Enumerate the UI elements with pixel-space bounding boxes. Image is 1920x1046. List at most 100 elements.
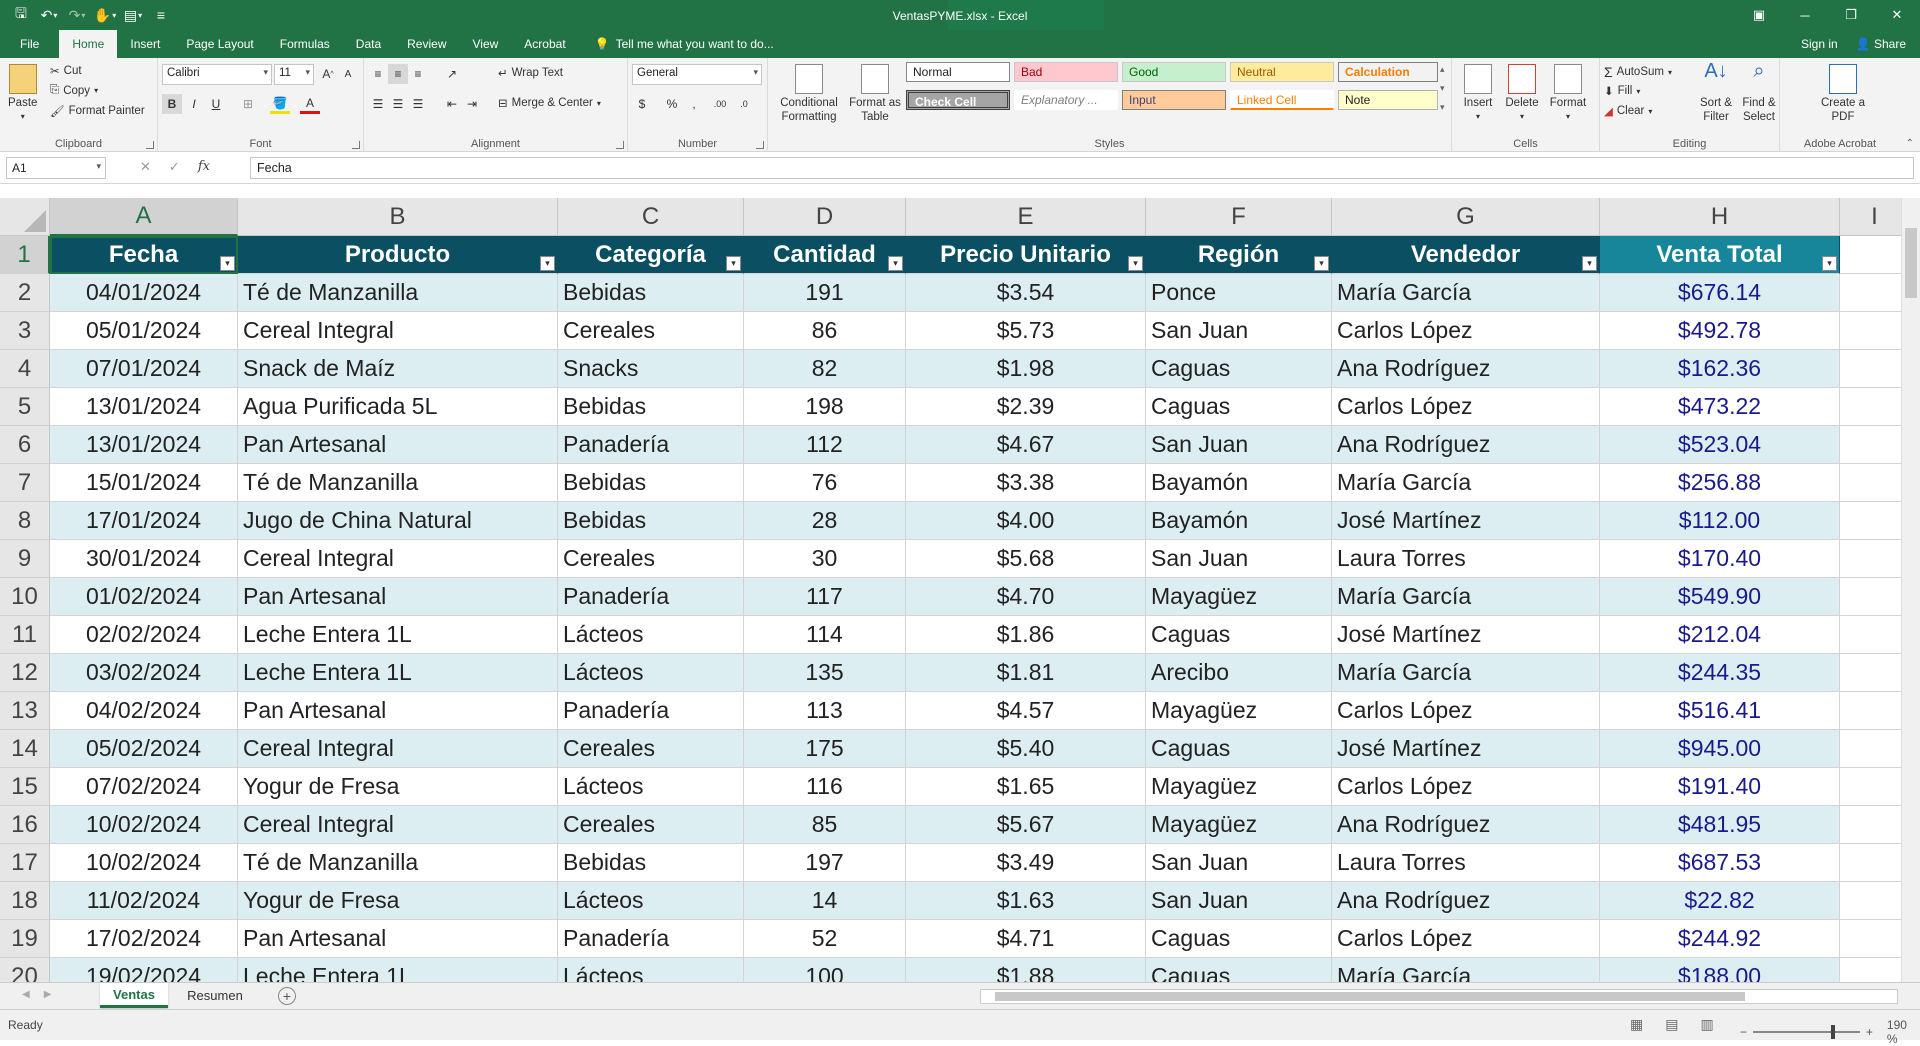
empty-cell[interactable] <box>1840 350 1910 388</box>
style-note[interactable]: Note <box>1338 90 1438 110</box>
data-cell[interactable]: Cereales <box>558 730 744 768</box>
data-cell[interactable]: Pan Artesanal <box>238 692 558 730</box>
data-cell[interactable]: Caguas <box>1146 616 1332 654</box>
data-cell[interactable]: Arecibo <box>1146 654 1332 692</box>
orientation-icon[interactable]: ↗ <box>442 64 462 84</box>
data-cell[interactable]: Bebidas <box>558 274 744 312</box>
decrease-decimal-icon[interactable]: .0 <box>734 94 754 114</box>
data-cell[interactable]: Bayamón <box>1146 502 1332 540</box>
tab-acrobat[interactable]: Acrobat <box>511 30 578 58</box>
font-size-select[interactable]: 11 <box>274 64 314 85</box>
data-cell[interactable]: Ana Rodríguez <box>1332 426 1600 464</box>
tab-review[interactable]: Review <box>394 30 459 58</box>
zoom-out-icon[interactable]: − <box>1740 1025 1747 1039</box>
name-box[interactable]: A1 <box>6 157 106 179</box>
tab-page-layout[interactable]: Page Layout <box>173 30 266 58</box>
select-all-corner[interactable] <box>0 198 50 236</box>
data-cell[interactable]: 13/01/2024 <box>50 426 238 464</box>
cut-button[interactable]: ✂ Cut <box>50 64 82 78</box>
data-cell[interactable]: Laura Torres <box>1332 844 1600 882</box>
empty-cell[interactable] <box>1840 502 1910 540</box>
data-cell[interactable]: Lácteos <box>558 616 744 654</box>
data-cell[interactable]: Cereal Integral <box>238 540 558 578</box>
empty-cell[interactable] <box>1840 616 1910 654</box>
tab-file[interactable]: File <box>0 30 59 58</box>
restore-icon[interactable]: ❐ <box>1828 0 1874 30</box>
row-header[interactable]: 6 <box>0 426 50 464</box>
filter-dropdown-icon[interactable]: ▾ <box>1822 256 1837 271</box>
data-cell[interactable]: 13/01/2024 <box>50 388 238 426</box>
data-cell[interactable]: Bebidas <box>558 502 744 540</box>
data-cell[interactable]: $676.14 <box>1600 274 1840 312</box>
data-cell[interactable]: 191 <box>744 274 906 312</box>
data-cell[interactable]: $256.88 <box>1600 464 1840 502</box>
form-icon[interactable]: ▤ ▾ <box>122 4 144 26</box>
data-cell[interactable]: 05/01/2024 <box>50 312 238 350</box>
data-cell[interactable]: Pan Artesanal <box>238 920 558 958</box>
data-cell[interactable]: Panadería <box>558 692 744 730</box>
row-header[interactable]: 19 <box>0 920 50 958</box>
paste-button[interactable]: Paste ▾ <box>8 64 37 124</box>
data-cell[interactable]: 112 <box>744 426 906 464</box>
data-cell[interactable]: 02/02/2024 <box>50 616 238 654</box>
decrease-indent-icon[interactable]: ⇤ <box>442 94 462 114</box>
style-explanatory[interactable]: Explanatory ... <box>1014 90 1118 110</box>
filter-dropdown-icon[interactable]: ▾ <box>1582 256 1597 271</box>
data-cell[interactable]: $3.49 <box>906 844 1146 882</box>
empty-cell[interactable] <box>1840 692 1910 730</box>
insert-function-icon[interactable]: fx <box>198 159 210 175</box>
header-cell[interactable]: Cantidad ▾ <box>744 236 906 274</box>
data-cell[interactable]: Snacks <box>558 350 744 388</box>
data-cell[interactable]: Caguas <box>1146 920 1332 958</box>
row-header[interactable]: 7 <box>0 464 50 502</box>
empty-cell[interactable] <box>1840 730 1910 768</box>
row-header[interactable]: 10 <box>0 578 50 616</box>
data-cell[interactable]: 198 <box>744 388 906 426</box>
find-select-button[interactable]: ⌕ Find & Select <box>1738 61 1780 124</box>
tab-formulas[interactable]: Formulas <box>267 30 343 58</box>
data-cell[interactable]: 30 <box>744 540 906 578</box>
vertical-scrollbar[interactable] <box>1901 198 1920 982</box>
font-color-icon[interactable]: A <box>300 94 320 114</box>
data-cell[interactable]: $162.36 <box>1600 350 1840 388</box>
data-cell[interactable]: Cereales <box>558 540 744 578</box>
data-cell[interactable]: $4.67 <box>906 426 1146 464</box>
data-cell[interactable]: $4.71 <box>906 920 1146 958</box>
data-cell[interactable]: $1.86 <box>906 616 1146 654</box>
page-layout-view-icon[interactable]: ▤ <box>1665 1016 1678 1033</box>
data-cell[interactable]: $3.54 <box>906 274 1146 312</box>
font-name-select[interactable]: Calibri <box>162 64 272 85</box>
data-cell[interactable]: $244.35 <box>1600 654 1840 692</box>
data-cell[interactable]: $492.78 <box>1600 312 1840 350</box>
row-header[interactable]: 3 <box>0 312 50 350</box>
zoom-level[interactable]: 190 % <box>1887 1018 1920 1046</box>
data-cell[interactable]: Lácteos <box>558 768 744 806</box>
font-launcher[interactable] <box>352 141 360 149</box>
data-cell[interactable]: 175 <box>744 730 906 768</box>
ribbon-display-icon[interactable]: ▣ <box>1736 0 1782 30</box>
data-cell[interactable]: Cereales <box>558 806 744 844</box>
style-check-cell[interactable]: Check Cell <box>906 90 1010 110</box>
row-header[interactable]: 8 <box>0 502 50 540</box>
data-cell[interactable]: Agua Purificada 5L <box>238 388 558 426</box>
data-cell[interactable]: 86 <box>744 312 906 350</box>
data-cell[interactable]: Cereal Integral <box>238 730 558 768</box>
style-linked-cell[interactable]: Linked Cell <box>1230 90 1334 110</box>
data-cell[interactable]: $945.00 <box>1600 730 1840 768</box>
align-bottom-icon[interactable]: ≡ <box>408 64 428 84</box>
data-cell[interactable]: Mayagüez <box>1146 806 1332 844</box>
borders-icon[interactable]: ⊞ <box>238 94 258 114</box>
header-cell[interactable]: Venta Total ▾ <box>1600 236 1840 274</box>
data-cell[interactable]: 135 <box>744 654 906 692</box>
data-cell[interactable]: $244.92 <box>1600 920 1840 958</box>
data-cell[interactable]: 113 <box>744 692 906 730</box>
data-cell[interactable]: 28 <box>744 502 906 540</box>
empty-cell[interactable] <box>1840 464 1910 502</box>
data-cell[interactable]: 17/01/2024 <box>50 502 238 540</box>
worksheet-grid[interactable]: A B C D E F G H I 1 Fecha ▾ Producto ▾ Categoría ▾ Canti… <box>0 198 1920 982</box>
format-cells-button[interactable]: Format ▾ <box>1546 64 1590 124</box>
format-as-table-button[interactable]: Format as Table <box>846 64 904 124</box>
data-cell[interactable]: Leche Entera 1L <box>238 616 558 654</box>
enter-icon[interactable]: ✓ <box>169 159 180 175</box>
header-cell[interactable]: Fecha ▾ <box>50 236 238 274</box>
